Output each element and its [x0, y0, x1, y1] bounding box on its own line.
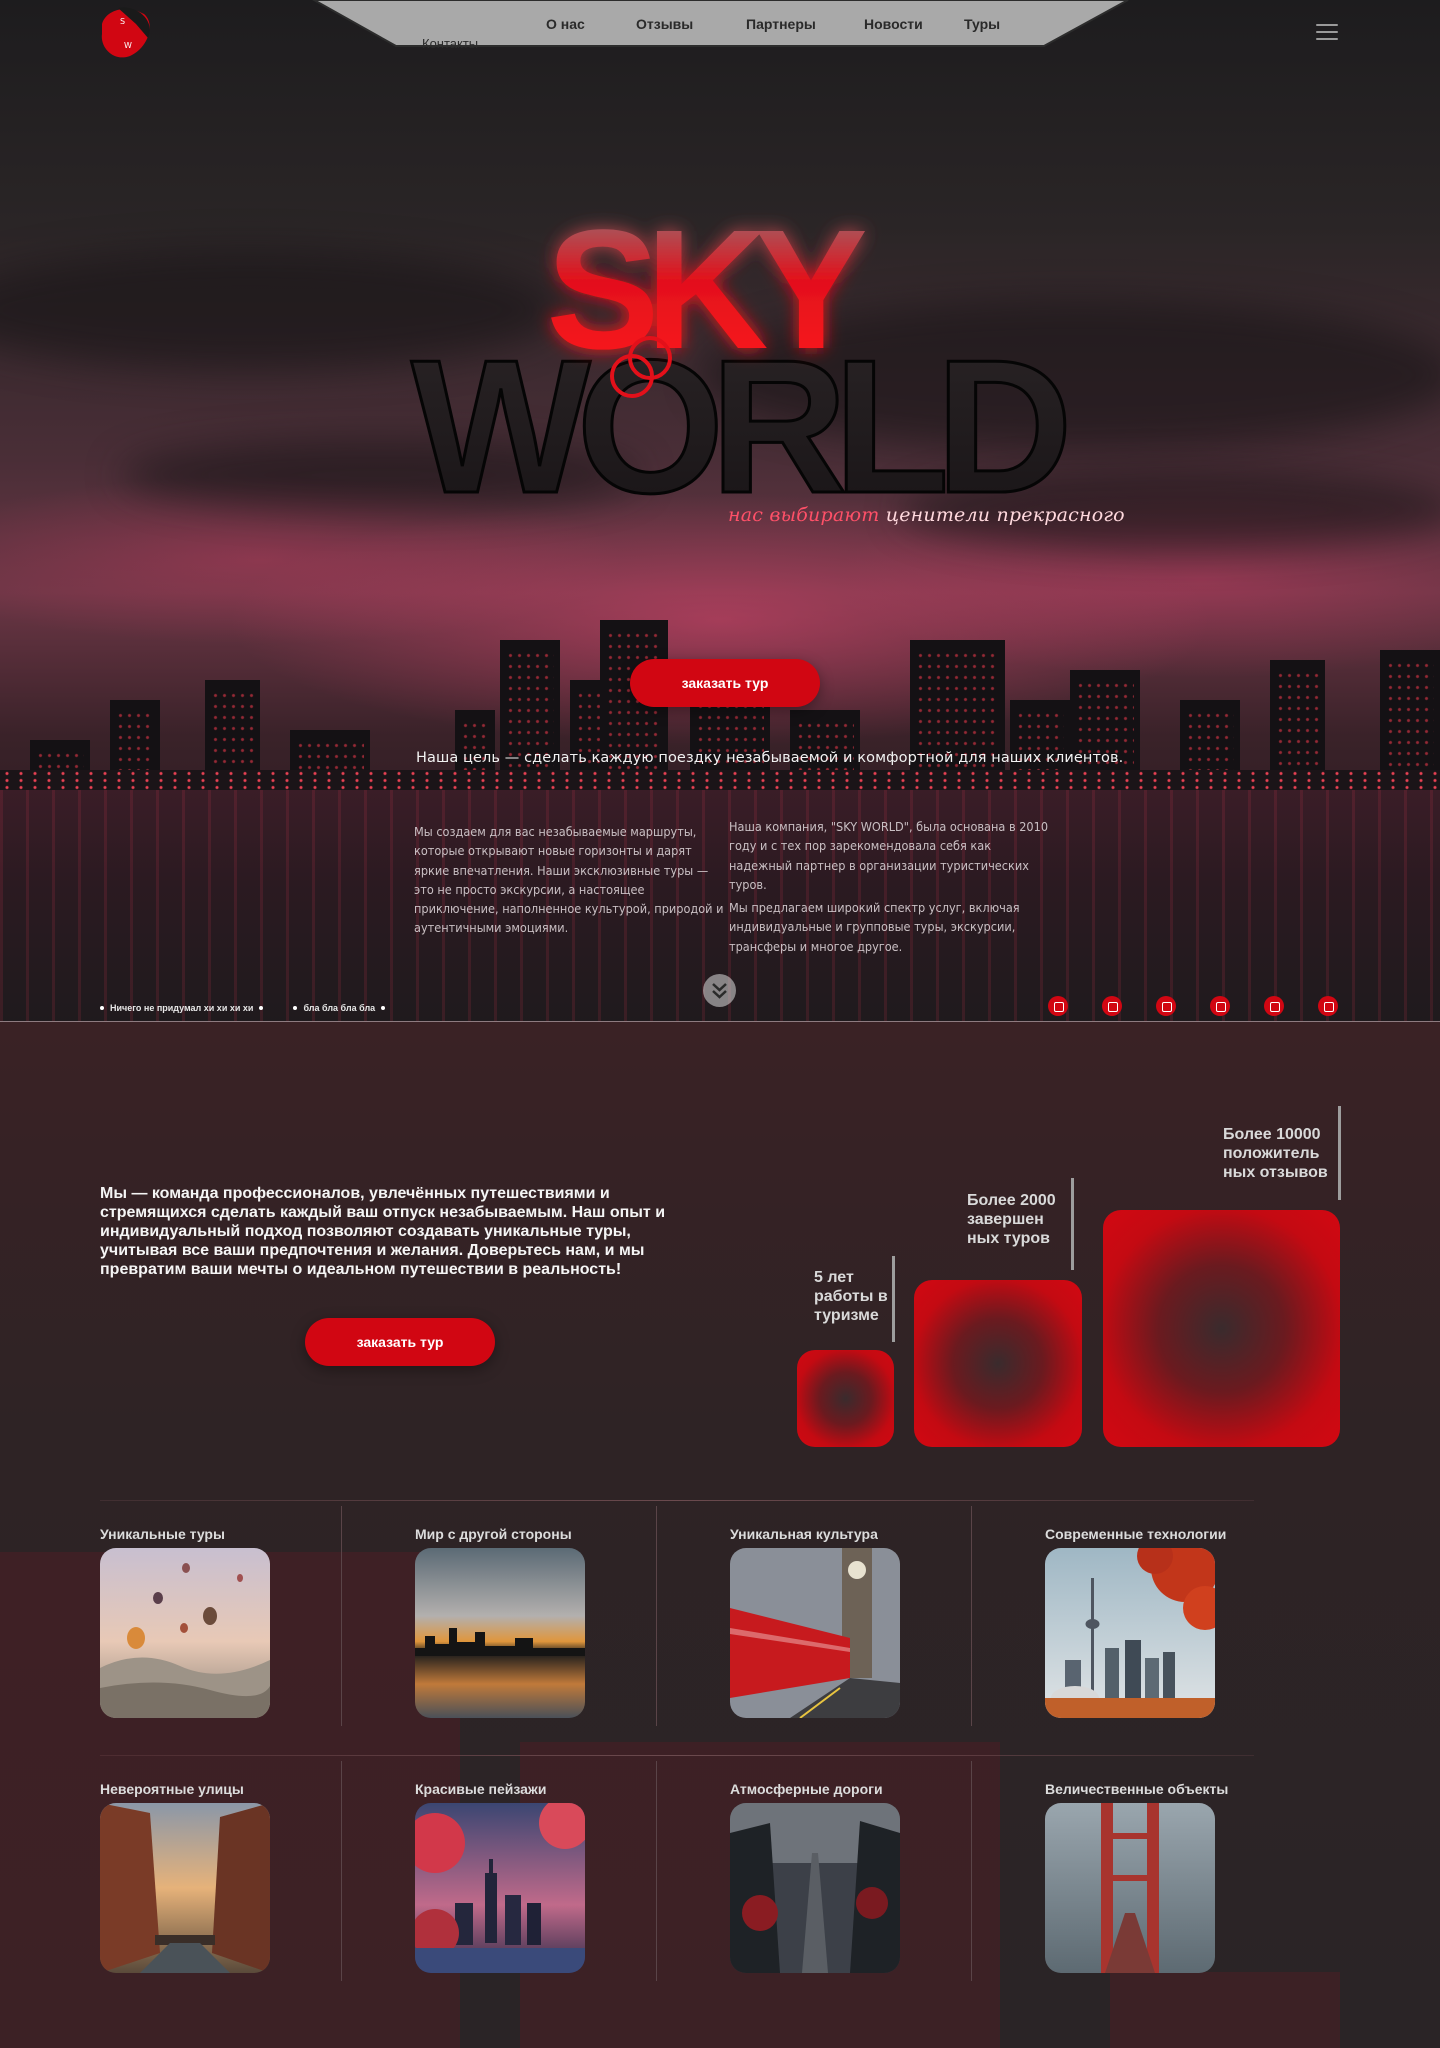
stat-reviews-l1: Более 10000: [1223, 1126, 1321, 1143]
stat-bar: [1338, 1106, 1341, 1200]
tagline-white: ценители прекрасного: [885, 504, 1125, 526]
stat-reviews-l2: положитель: [1223, 1145, 1320, 1162]
divider: [656, 1506, 657, 1726]
stat-years-l3: туризме: [814, 1307, 879, 1324]
card-image-london-bus[interactable]: [730, 1548, 900, 1718]
stat-square-small: [797, 1350, 894, 1447]
stat-bar: [1071, 1178, 1074, 1270]
card-image-balloons[interactable]: [100, 1548, 270, 1718]
stat-tours-l3: ных туров: [967, 1230, 1050, 1247]
divider: [100, 1755, 1254, 1756]
nav-about[interactable]: О нас: [546, 16, 585, 32]
card-title: Красивые пейзажи: [415, 1781, 547, 1797]
divider: [971, 1506, 972, 1726]
tiktok-icon[interactable]: [1264, 996, 1284, 1016]
nav-reviews[interactable]: Отзывы: [636, 16, 693, 32]
card-title: Невероятные улицы: [100, 1781, 244, 1797]
stat-square-medium: [914, 1280, 1082, 1447]
stat-bar: [892, 1256, 895, 1342]
stat-reviews-l3: ных отзывов: [1223, 1164, 1328, 1181]
bullet-1: Ничего не придумал хи хи хи хи: [110, 1003, 254, 1013]
vk-icon[interactable]: [1102, 996, 1122, 1016]
chevrons-down-icon: [712, 983, 727, 999]
hero-col-right-1: Наша компания, "SKY WORLD", была основан…: [729, 819, 1049, 892]
card-title: Современные технологии: [1045, 1526, 1227, 1542]
svg-text:S: S: [120, 17, 125, 26]
card-image-golden-gate[interactable]: [1045, 1803, 1215, 1973]
stat-years-l1: 5 лет: [814, 1269, 854, 1286]
facebook-icon[interactable]: [1210, 996, 1230, 1016]
stat-tours: Более 2000 завершен ных туров: [967, 1191, 1056, 1248]
stat-reviews: Более 10000 положитель ных отзывов: [1223, 1125, 1328, 1182]
stat-years: 5 лет работы в туризме: [814, 1268, 888, 1325]
instagram-icon[interactable]: [1318, 996, 1338, 1016]
youtube-icon[interactable]: [1048, 996, 1068, 1016]
card-title: Мир с другой стороны: [415, 1526, 572, 1542]
svg-text:W: W: [124, 41, 132, 50]
about-text: Мы — команда профессионалов, увлечённых …: [100, 1185, 666, 1278]
stat-tours-l1: Более 2000: [967, 1192, 1056, 1209]
card-image-city-blossom[interactable]: [415, 1803, 585, 1973]
brand-title: WORLD SKY: [410, 195, 1080, 510]
nav-news[interactable]: Новости: [864, 16, 923, 32]
telegram-icon[interactable]: [1156, 996, 1176, 1016]
menu-icon[interactable]: [1316, 24, 1338, 42]
scroll-down-button[interactable]: [703, 974, 736, 1007]
card-title: Уникальная культура: [730, 1526, 878, 1542]
bullet-2: бла бла бла бла: [303, 1003, 376, 1013]
divider: [100, 1500, 1254, 1501]
card-image-sunset-skyline[interactable]: [415, 1548, 585, 1718]
divider: [341, 1761, 342, 1981]
card-title: Атмосферные дороги: [730, 1781, 883, 1797]
card-image-canal-street[interactable]: [100, 1803, 270, 1973]
divider: [656, 1761, 657, 1981]
tagline: нас выбирают ценители прекрасного: [728, 504, 1125, 526]
nav-contacts[interactable]: Контакты: [422, 36, 478, 51]
hero-col-left: Мы создаем для вас незабываемые маршруты…: [414, 824, 724, 936]
brand-sky: SKY: [546, 195, 865, 385]
top-nav: О нас Отзывы Партнеры Новости Туры Конта…: [312, 0, 1130, 51]
order-tour-button[interactable]: заказать тур: [630, 659, 820, 707]
nav-partners[interactable]: Партнеры: [746, 16, 816, 32]
stat-square-large: [1103, 1210, 1340, 1447]
card-image-cn-tower[interactable]: [1045, 1548, 1215, 1718]
nav-tours[interactable]: Туры: [964, 16, 1000, 32]
logo[interactable]: S W: [96, 4, 156, 60]
stat-years-l2: работы в: [814, 1288, 888, 1305]
divider: [971, 1761, 972, 1981]
card-title: Величественные объекты: [1045, 1781, 1229, 1797]
card-image-forest-road[interactable]: [730, 1803, 900, 1973]
hero-bullets: Ничего не придумал хи хи хи хи бла бла б…: [100, 1003, 391, 1013]
mission-text: Наша цель — сделать каждую поездку незаб…: [416, 750, 1124, 766]
hero-col-right-2: Мы предлагаем широкий спектр услуг, вклю…: [729, 900, 1020, 954]
card-title: Уникальные туры: [100, 1526, 225, 1542]
tagline-red: нас выбирают: [728, 504, 880, 526]
divider: [341, 1506, 342, 1726]
order-tour-button-2[interactable]: заказать тур: [305, 1318, 495, 1366]
stat-tours-l2: завершен: [967, 1211, 1044, 1228]
